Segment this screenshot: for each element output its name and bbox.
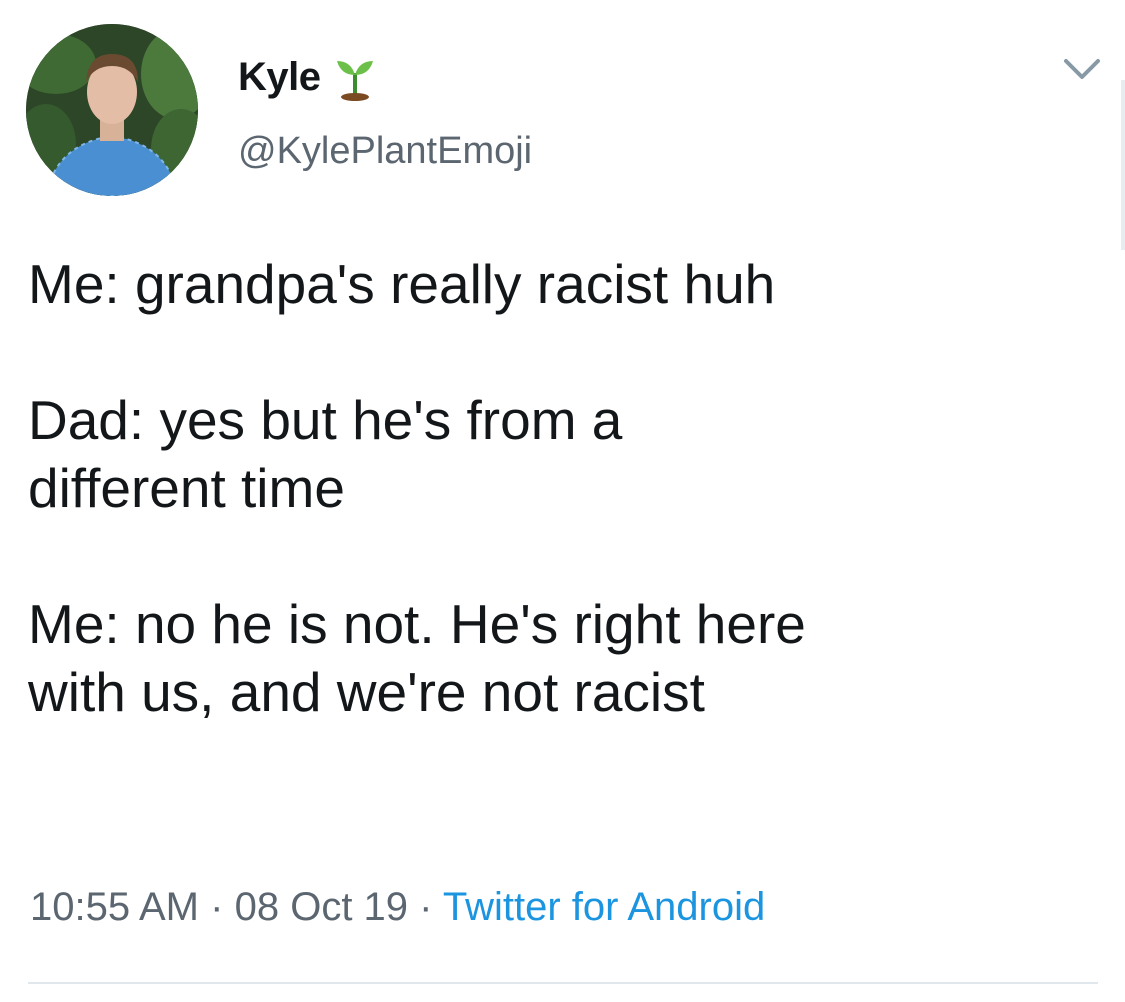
- sprout-icon: [336, 61, 373, 101]
- tweet-time[interactable]: 10:55 AM: [30, 885, 199, 929]
- meta-separator: ·: [210, 885, 224, 929]
- tweet-line: different time: [28, 457, 345, 519]
- display-name[interactable]: Kyle: [238, 55, 321, 100]
- tweet-text: Me: grandpa's really racist huh Dad: yes…: [28, 250, 1088, 726]
- divider: [28, 982, 1098, 984]
- tweet-line: Me: grandpa's really racist huh: [28, 253, 776, 315]
- tweet-line: Me: no he is not. He's right here: [28, 593, 806, 655]
- meta-separator: ·: [419, 885, 433, 929]
- tweet-line: Dad: yes but he's from a: [28, 389, 623, 451]
- user-handle[interactable]: @KylePlantEmoji: [238, 130, 532, 173]
- tweet-meta: 10:55 AM · 08 Oct 19 · Twitter for Andro…: [30, 885, 765, 930]
- tweet-card: Kyle @KylePlantEmoji Me: grandpa's reall…: [0, 0, 1125, 1002]
- display-name-row[interactable]: Kyle: [238, 52, 377, 102]
- scrollbar: [1121, 80, 1125, 250]
- chevron-down-icon[interactable]: [1062, 55, 1102, 83]
- tweet-line: with us, and we're not racist: [28, 661, 705, 723]
- tweet-source-link[interactable]: Twitter for Android: [443, 885, 765, 929]
- tweet-date[interactable]: 08 Oct 19: [235, 885, 408, 929]
- avatar-photo: [26, 24, 198, 196]
- avatar[interactable]: [26, 24, 198, 196]
